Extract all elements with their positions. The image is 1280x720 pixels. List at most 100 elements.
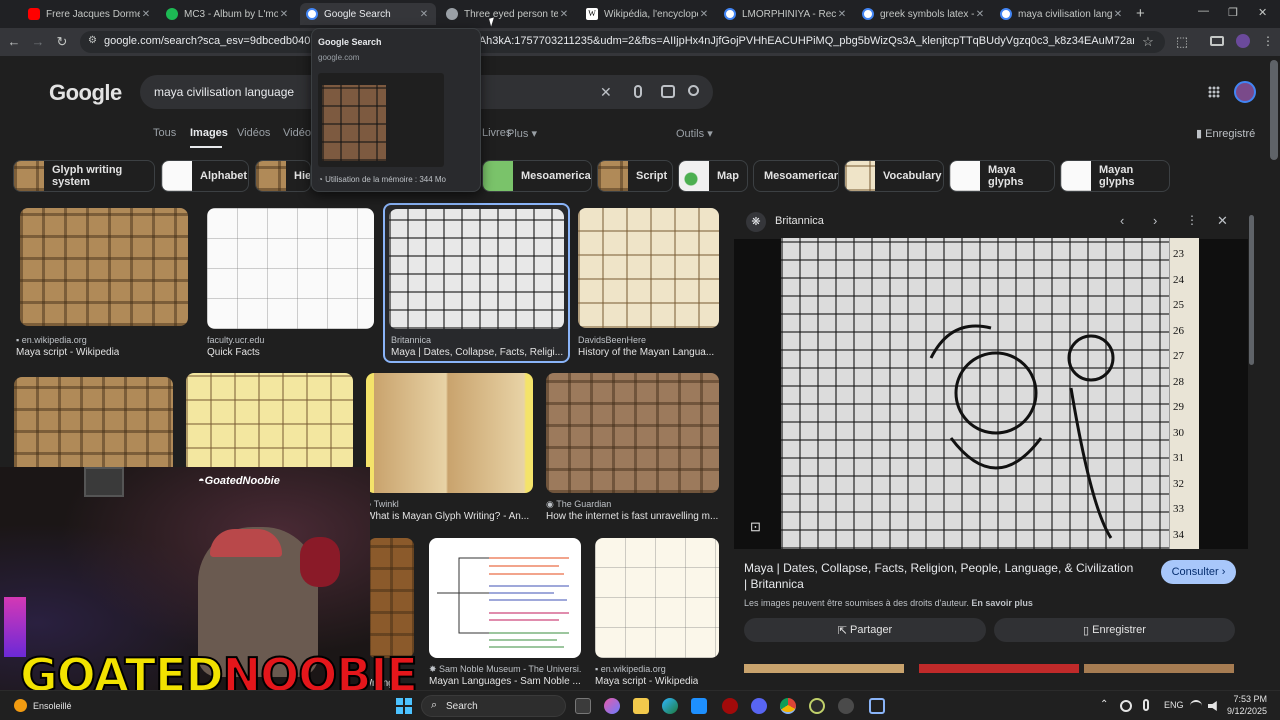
learn-more-link[interactable]: En savoir plus: [971, 598, 1033, 608]
voice-search-icon[interactable]: [634, 85, 642, 98]
media-control-icon[interactable]: [1210, 36, 1224, 46]
saved-button[interactable]: ▮ Enregistré: [1196, 127, 1255, 140]
tab-wikipedia[interactable]: W Wikipédia, l'encyclopédie ✕: [580, 3, 716, 25]
image-result[interactable]: DavidsBeenHere History of the Mayan Lang…: [578, 208, 720, 358]
nav-tab-videos[interactable]: Vidéos: [237, 127, 270, 139]
chrome-icon[interactable]: [780, 698, 796, 714]
image-result[interactable]: ◉ The Guardian How the internet is fast …: [546, 373, 720, 523]
panel-scrollbar[interactable]: [1249, 215, 1254, 365]
app-icon[interactable]: [809, 698, 825, 714]
nav-tab-all[interactable]: Tous: [153, 127, 176, 139]
search-icon[interactable]: [688, 85, 699, 96]
chip-mesoamerican[interactable]: Mesoamerican: [753, 160, 839, 192]
chip-hieroglyphs[interactable]: Hieroglyphs: [255, 160, 311, 192]
sync-icon[interactable]: [1120, 700, 1132, 712]
input-language[interactable]: ENG: [1164, 700, 1184, 710]
task-view-icon[interactable]: [575, 698, 591, 714]
previous-image-button[interactable]: ‹: [1120, 213, 1124, 228]
tab-chatgpt[interactable]: Three eyed person terms ✕: [440, 3, 576, 25]
store-icon[interactable]: [691, 698, 707, 714]
app-icon[interactable]: [722, 698, 738, 714]
next-image-button[interactable]: ›: [1153, 213, 1157, 228]
chip-alphabet[interactable]: Alphabet: [161, 160, 249, 192]
close-icon[interactable]: ✕: [836, 9, 848, 20]
close-panel-button[interactable]: ✕: [1217, 213, 1228, 229]
chip-script[interactable]: Script: [597, 160, 673, 192]
chip-maya-glyphs[interactable]: Maya glyphs: [949, 160, 1055, 192]
save-image-button[interactable]: ▯ Enregistrer: [994, 618, 1235, 642]
chip-glyph-writing-system[interactable]: Glyph writing system: [13, 160, 155, 192]
result-image[interactable]: [186, 373, 353, 473]
result-image[interactable]: [595, 538, 719, 658]
result-caption[interactable]: Quick Facts: [207, 347, 260, 358]
account-avatar[interactable]: [1234, 81, 1256, 103]
result-image[interactable]: [368, 538, 414, 658]
close-icon[interactable]: ✕: [278, 9, 290, 20]
lens-icon[interactable]: ⊡: [750, 519, 761, 535]
tools-button[interactable]: Outils ▾: [676, 127, 713, 140]
result-image[interactable]: [14, 377, 173, 477]
result-image[interactable]: [429, 538, 581, 658]
nav-tab-images[interactable]: Images: [190, 127, 228, 139]
share-button[interactable]: ⇱ Partager: [744, 618, 986, 642]
extensions-icon[interactable]: ⬚: [1174, 34, 1190, 50]
result-caption[interactable]: Mayan Languages - Sam Noble ...: [429, 676, 581, 687]
close-icon[interactable]: ✕: [1112, 9, 1124, 20]
result-image[interactable]: [546, 373, 719, 493]
window-close-button[interactable]: ✕: [1258, 6, 1267, 19]
result-image[interactable]: [578, 208, 719, 328]
result-caption[interactable]: How the internet is fast unravelling m..…: [546, 511, 720, 522]
close-icon[interactable]: ✕: [140, 9, 152, 20]
chip-map[interactable]: Map: [678, 160, 748, 192]
result-image[interactable]: [20, 208, 188, 326]
close-icon[interactable]: ✕: [558, 9, 570, 20]
image-result[interactable]: faculty.ucr.edu Quick Facts: [207, 208, 375, 358]
tab-maya-civilisation[interactable]: maya civilisation language ✕: [994, 3, 1130, 25]
snipping-tool-icon[interactable]: [869, 698, 885, 714]
result-caption[interactable]: History of the Mayan Langua...: [578, 347, 720, 358]
result-caption[interactable]: Maya | Dates, Collapse, Facts, Religi...: [391, 347, 563, 358]
restore-button[interactable]: ❐: [1228, 6, 1238, 19]
tab-greek-symbols[interactable]: greek symbols latex - Rec ✕: [856, 3, 992, 25]
forward-button[interactable]: →: [30, 34, 46, 50]
image-result[interactable]: ● Twinkl What is Mayan Glyph Writing? - …: [366, 373, 534, 523]
sun-icon[interactable]: [14, 699, 27, 712]
browser-menu-icon[interactable]: ⋮: [1262, 34, 1274, 48]
clock-time[interactable]: 7:53 PM: [1227, 694, 1267, 704]
microphone-icon[interactable]: [1143, 699, 1149, 711]
image-result[interactable]: ▪ en.wikipedia.org Maya script - Wikiped…: [595, 538, 720, 688]
app-icon[interactable]: [838, 698, 854, 714]
panel-title[interactable]: Maya | Dates, Collapse, Facts, Religion,…: [744, 560, 1134, 592]
page-scrollbar[interactable]: [1270, 60, 1278, 160]
image-result-selected[interactable]: Britannica Maya | Dates, Collapse, Facts…: [383, 203, 570, 363]
chip-vocabulary[interactable]: Vocabulary: [844, 160, 944, 192]
search-input[interactable]: maya civilisation language: [154, 85, 294, 99]
preview-image[interactable]: 23 24 25 26 27 28 29 30 31 32 33 34: [781, 238, 1199, 549]
tab-spotify[interactable]: MC3 - Album by L'morphiniya ✕: [160, 3, 296, 25]
address-bar[interactable]: ⚙ google.com/search?sca_esv=9dbcedb0407a…: [80, 31, 1165, 53]
copilot-icon[interactable]: [604, 698, 620, 714]
result-caption[interactable]: Maya script - Wikipedia: [16, 347, 119, 358]
result-image[interactable]: [389, 209, 564, 329]
chip-mesoamerica[interactable]: Mesoamerica: [482, 160, 592, 192]
tab-lmorphiniya[interactable]: LMORPHINIYA - Recherche ✕: [718, 3, 854, 25]
file-explorer-icon[interactable]: [633, 698, 649, 714]
related-images-strip[interactable]: [744, 664, 1234, 673]
panel-source[interactable]: Britannica: [775, 215, 824, 227]
chevron-up-icon[interactable]: ⌃: [1100, 699, 1108, 710]
close-icon[interactable]: ✕: [698, 9, 710, 20]
discord-icon[interactable]: [751, 698, 767, 714]
nav-tab-more[interactable]: Plus ▾: [507, 127, 537, 140]
new-tab-button[interactable]: +: [1136, 5, 1145, 22]
clock-date[interactable]: 9/12/2025: [1222, 706, 1267, 716]
tab-google-search[interactable]: Google Search ✕: [300, 3, 436, 25]
image-result[interactable]: [186, 373, 353, 473]
more-options-icon[interactable]: ⋮: [1186, 213, 1198, 227]
tab-youtube[interactable]: Frere Jacques Dormez Vous ✕: [22, 3, 158, 25]
wifi-icon[interactable]: [1190, 700, 1202, 712]
bookmark-star-icon[interactable]: ☆: [1140, 34, 1156, 50]
back-button[interactable]: ←: [6, 34, 22, 50]
image-result[interactable]: [14, 377, 174, 477]
result-image[interactable]: [207, 208, 374, 329]
edge-icon[interactable]: [662, 698, 678, 714]
